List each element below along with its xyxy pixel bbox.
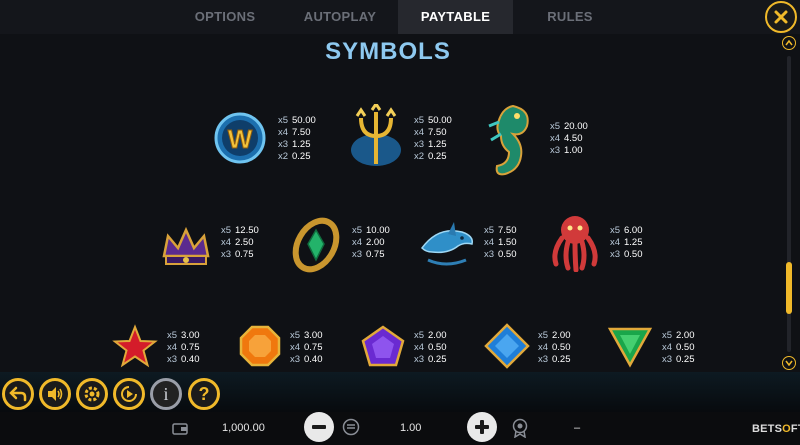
tab-paytable[interactable]: PAYTABLE bbox=[398, 0, 513, 34]
scroll-down-button[interactable] bbox=[782, 356, 796, 370]
octagon-gem-icon bbox=[238, 324, 282, 373]
autoplay-icon bbox=[121, 386, 137, 402]
tab-autoplay[interactable]: AUTOPLAY bbox=[285, 0, 395, 34]
bracelet-icon bbox=[290, 214, 342, 281]
trident-icon bbox=[347, 101, 405, 175]
autoplay-button[interactable] bbox=[113, 378, 145, 410]
paytable-trident: x5 50.00 x4 7.50 x3 1.25 x2 0.25 bbox=[414, 115, 452, 162]
close-icon bbox=[774, 10, 788, 24]
close-button[interactable] bbox=[765, 1, 797, 33]
back-arrow-icon bbox=[9, 386, 27, 402]
wallet-icon bbox=[172, 422, 188, 440]
paytable-pentagon: x5 2.00 x4 0.50 x3 0.25 bbox=[414, 330, 447, 365]
coins-icon bbox=[342, 418, 360, 441]
diamond-gem-icon bbox=[483, 322, 531, 375]
octopus-icon bbox=[546, 212, 604, 277]
win-medal-icon bbox=[511, 418, 529, 443]
dolphin-icon bbox=[418, 218, 478, 277]
help-button[interactable]: ? bbox=[188, 378, 220, 410]
chevron-down-icon bbox=[785, 360, 793, 366]
settings-button[interactable] bbox=[76, 378, 108, 410]
increase-bet-button[interactable] bbox=[467, 412, 497, 442]
triangle-gem-icon bbox=[607, 324, 653, 373]
pentagon-gem-icon bbox=[360, 324, 406, 373]
paytable-diamond: x5 2.00 x4 0.50 x3 0.25 bbox=[538, 330, 571, 365]
scroll-up-button[interactable] bbox=[782, 36, 796, 50]
paytable-star: x5 3.00 x4 0.75 x3 0.40 bbox=[167, 330, 200, 365]
plus-icon bbox=[475, 420, 489, 434]
paytable-crown: x5 12.50 x4 2.50 x3 0.75 bbox=[221, 225, 259, 260]
info-icon: i bbox=[163, 383, 169, 404]
sound-button[interactable] bbox=[39, 378, 71, 410]
back-button[interactable] bbox=[2, 378, 34, 410]
tab-rules[interactable]: RULES bbox=[515, 0, 625, 34]
crown-icon bbox=[158, 222, 214, 277]
info-button[interactable]: i bbox=[150, 378, 182, 410]
paytable-seahorse: x5 20.00 x4 4.50 x3 1.00 bbox=[550, 121, 588, 156]
paytable-dolphin: x5 7.50 x4 1.50 x3 0.50 bbox=[484, 225, 517, 260]
gear-icon bbox=[84, 386, 100, 402]
tab-options[interactable]: OPTIONS bbox=[170, 0, 280, 34]
star-gem-icon bbox=[112, 324, 158, 375]
paytable-octagon: x5 3.00 x4 0.75 x3 0.40 bbox=[290, 330, 323, 365]
paytable-panel bbox=[0, 34, 800, 372]
page-title: SYMBOLS bbox=[325, 38, 451, 65]
seahorse-icon bbox=[483, 100, 541, 185]
help-icon: ? bbox=[198, 383, 210, 404]
tab-bar: OPTIONS AUTOPLAY PAYTABLE RULES bbox=[0, 0, 800, 34]
minus-icon bbox=[312, 425, 326, 429]
decrease-bet-button[interactable] bbox=[304, 412, 334, 442]
wild-w-icon: W bbox=[214, 108, 266, 171]
balance-value: 1,000.00 bbox=[222, 422, 265, 434]
betsoft-logo: BETSOFT bbox=[752, 423, 800, 435]
paytable-wild: x5 50.00 x4 7.50 x3 1.25 x2 0.25 bbox=[278, 115, 316, 162]
paytable-octopus: x5 6.00 x4 1.25 x3 0.50 bbox=[610, 225, 643, 260]
win-value: – bbox=[574, 422, 581, 434]
scroll-thumb[interactable] bbox=[786, 262, 792, 314]
speaker-icon bbox=[48, 387, 63, 401]
scrollbar[interactable] bbox=[782, 36, 796, 372]
svg-text:W: W bbox=[228, 124, 253, 154]
paytable-bracelet: x5 10.00 x4 2.00 x3 0.75 bbox=[352, 225, 390, 260]
bet-value: 1.00 bbox=[400, 422, 422, 434]
paytable-triangle: x5 2.00 x4 0.50 x3 0.25 bbox=[662, 330, 695, 365]
chevron-up-icon bbox=[785, 40, 793, 46]
